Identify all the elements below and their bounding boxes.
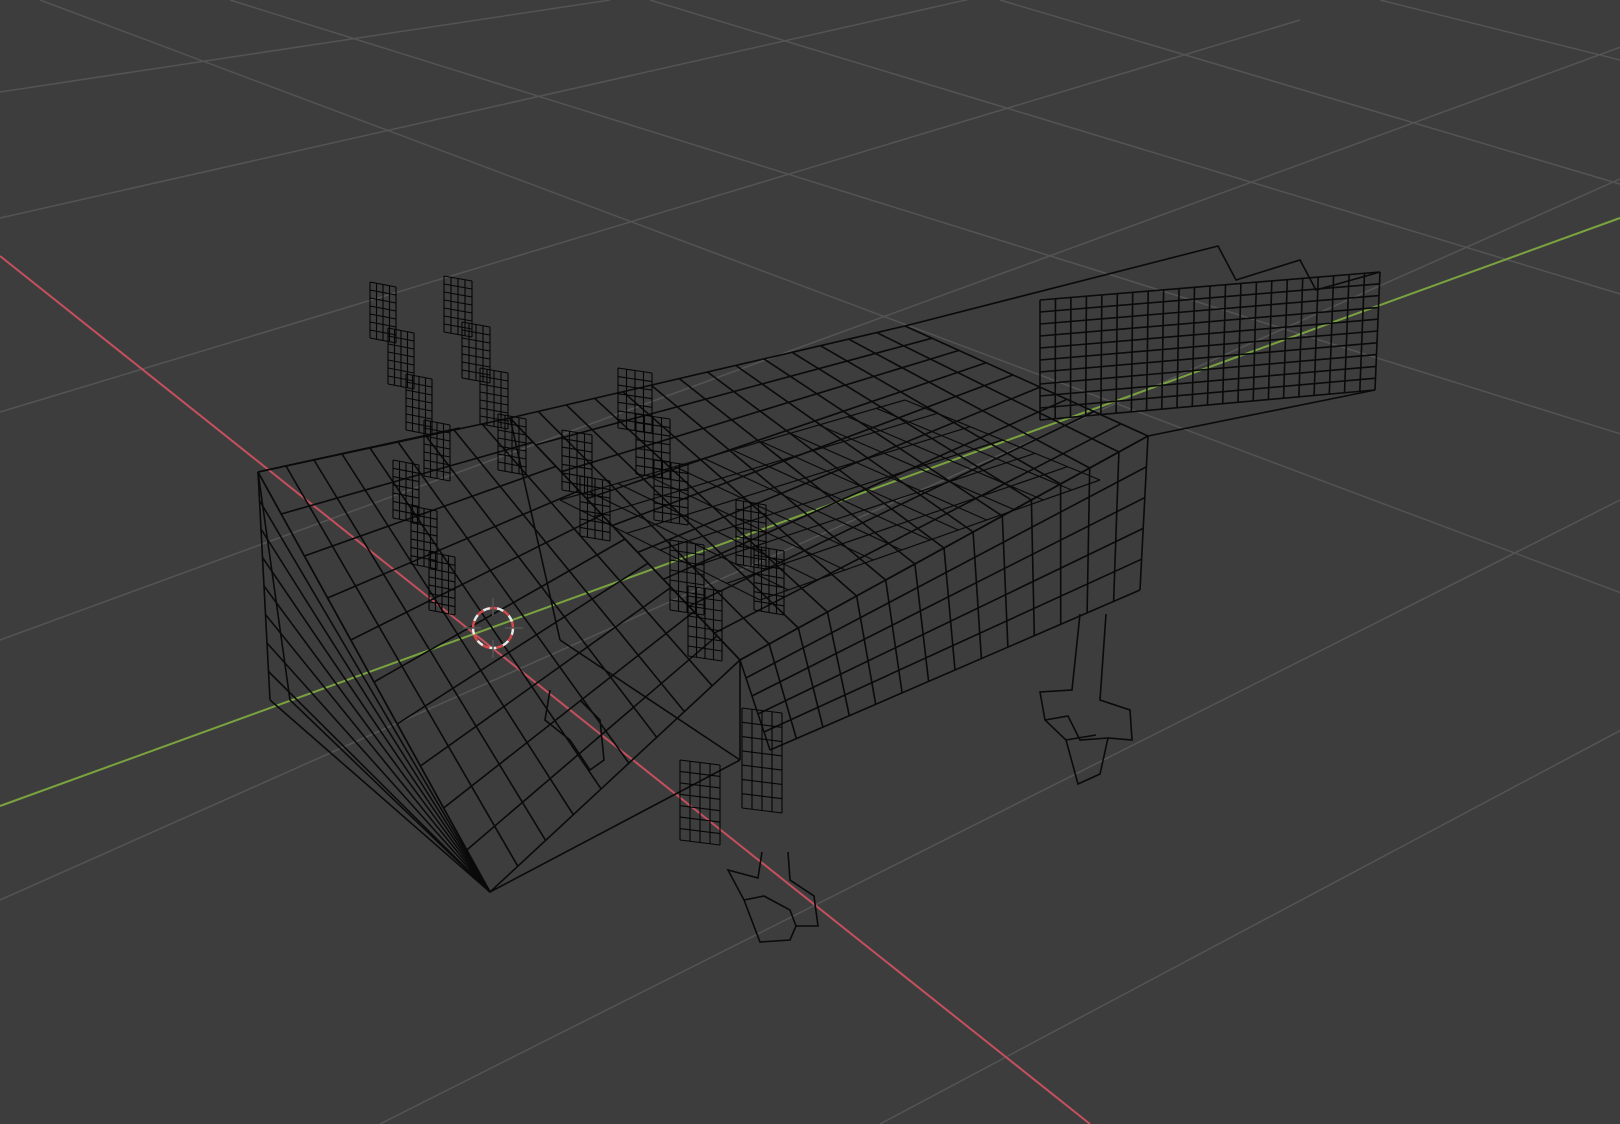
body-top-face-edge [594, 397, 828, 613]
body-side-face-edge [972, 531, 983, 659]
body-side-face-edge [763, 558, 1142, 733]
grid-line [229, 0, 1620, 435]
3d-viewport[interactable] [0, 0, 1620, 1124]
back-leg [1039, 613, 1133, 786]
body-left-edge-edge [261, 557, 491, 893]
grid-line [0, 0, 611, 93]
body-left-edge-edge [257, 471, 491, 893]
floor-grid [0, 0, 1620, 1124]
body-side-face-edge [1086, 467, 1091, 613]
body-side-face-edge [797, 627, 824, 728]
grid-line [1379, 0, 1620, 61]
body-side-face-edge [745, 466, 1147, 679]
viewport-canvas[interactable] [0, 0, 1620, 1124]
body-left-edge-edge [260, 528, 491, 893]
body-inner-face-edge [759, 479, 1101, 601]
body-bottom-edge [257, 471, 741, 893]
x-axis-line [0, 255, 1091, 1124]
body-side-face-edge [1001, 515, 1009, 648]
wireframe-mesh[interactable] [257, 245, 1381, 943]
y-axis-line [0, 217, 1620, 807]
body-side-face-edge [1112, 451, 1120, 602]
grid-line [879, 729, 1620, 1124]
tail-fin-bottom [1147, 389, 1376, 437]
body-top-face-edge [586, 361, 987, 500]
body-side-face-edge [1030, 499, 1036, 636]
grid-line [0, 19, 1301, 413]
body-side-face-edge [914, 563, 930, 682]
body-side-face-edge [943, 547, 956, 671]
body-inner-edge-edge [509, 417, 561, 641]
body-top-face-edge [535, 337, 933, 446]
body-inner-face-edge [726, 466, 1068, 584]
body-front-face-edge [419, 586, 672, 767]
body-side-face-edge [769, 589, 1141, 751]
body-top-face-edge [509, 325, 906, 419]
body-side-face-edge [826, 611, 851, 716]
grid-line [379, 499, 1620, 1124]
body-front-face-edge [489, 659, 741, 893]
body-front-face-edge [257, 417, 511, 473]
body-side-face-edge [1139, 435, 1149, 591]
body-top-face-edge [791, 351, 1032, 501]
grid-line [0, 178, 1620, 901]
grid-line [0, 0, 970, 219]
body-left-edge-edge [264, 613, 491, 893]
grid-line [649, 0, 1620, 295]
body-front-face-edge [396, 562, 649, 725]
body-left-edge-edge [269, 699, 491, 893]
grid-line [39, 0, 1620, 594]
